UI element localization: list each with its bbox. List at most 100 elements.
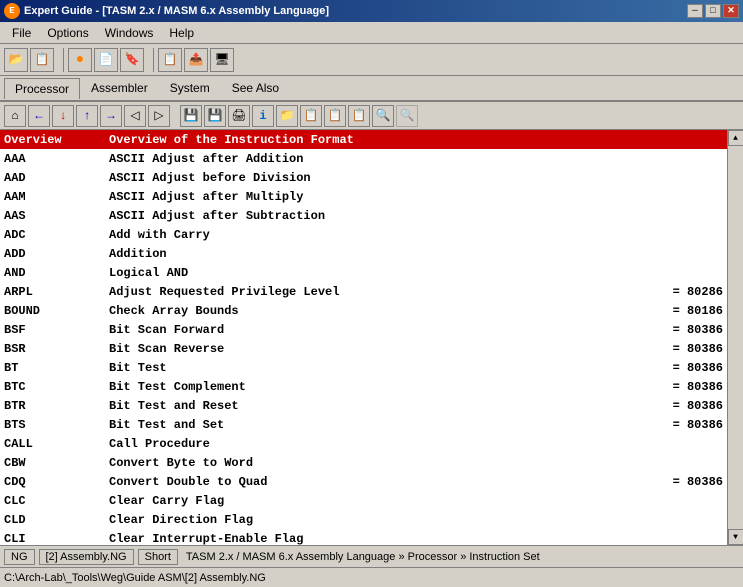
row-proc: = 80386 [637, 418, 727, 432]
row-desc: Bit Scan Forward [105, 323, 637, 337]
row-desc: Convert Byte to Word [105, 456, 727, 470]
table-row[interactable]: BOUNDCheck Array Bounds= 80186 [0, 301, 727, 320]
toolbar-btn-5[interactable]: 🔖 [120, 48, 144, 72]
row-name: ARPL [0, 285, 105, 299]
row-name: BTC [0, 380, 105, 394]
status-ng: NG [4, 549, 35, 565]
table-row[interactable]: ANDLogical AND [0, 263, 727, 282]
menu-bar: File Options Windows Help [0, 22, 743, 44]
row-desc: Adjust Requested Privilege Level [105, 285, 637, 299]
path-bar: C:\Arch-Lab\_Tools\Weg\Guide ASM\[2] Ass… [0, 567, 743, 587]
tab-assembler[interactable]: Assembler [80, 77, 159, 99]
tab-system[interactable]: System [159, 77, 221, 99]
path-text: C:\Arch-Lab\_Tools\Weg\Guide ASM\[2] Ass… [4, 572, 266, 584]
row-name: BSR [0, 342, 105, 356]
menu-file[interactable]: File [4, 24, 39, 42]
toolbar-btn-6[interactable]: 📋 [158, 48, 182, 72]
table-row[interactable]: AADASCII Adjust before Division [0, 168, 727, 187]
row-desc: ASCII Adjust after Multiply [105, 190, 727, 204]
nav-search1[interactable]: 🔍 [372, 105, 394, 127]
row-desc: ASCII Adjust before Division [105, 171, 727, 185]
nav-save2[interactable]: 💾 [204, 105, 226, 127]
nav-up[interactable]: ↑ [76, 105, 98, 127]
row-name: AAD [0, 171, 105, 185]
table-row[interactable]: CDQConvert Double to Quad= 80386 [0, 472, 727, 491]
toolbar-btn-1[interactable]: 📂 [4, 48, 28, 72]
table-row[interactable]: BTSBit Test and Set= 80386 [0, 415, 727, 434]
row-desc: Bit Test Complement [105, 380, 637, 394]
table-row[interactable]: BTBit Test= 80386 [0, 358, 727, 377]
header-desc: Overview of the Instruction Format [105, 133, 727, 147]
table-row[interactable]: BSFBit Scan Forward= 80386 [0, 320, 727, 339]
nav-copy1[interactable]: 📋 [300, 105, 322, 127]
scroll-down-arrow[interactable]: ▼ [728, 529, 743, 545]
row-name: CLD [0, 513, 105, 527]
close-button[interactable]: ✕ [723, 4, 739, 18]
table-row[interactable]: CALLCall Procedure [0, 434, 727, 453]
tab-see-also[interactable]: See Also [221, 77, 290, 99]
status-breadcrumb: TASM 2.x / MASM 6.x Assembly Language » … [182, 550, 544, 564]
table-row[interactable]: AASASCII Adjust after Subtraction [0, 206, 727, 225]
title-bar-left: E Expert Guide - [TASM 2.x / MASM 6.x As… [4, 3, 329, 19]
tab-processor[interactable]: Processor [4, 78, 80, 99]
toolbar-btn-7[interactable]: 📤 [184, 48, 208, 72]
table-row[interactable]: ARPLAdjust Requested Privilege Level= 80… [0, 282, 727, 301]
nav-rewind-back[interactable]: ◁ [124, 105, 146, 127]
table-row[interactable]: CBWConvert Byte to Word [0, 453, 727, 472]
table-row[interactable]: ADCAdd with Carry [0, 225, 727, 244]
title-bar-text: Expert Guide - [TASM 2.x / MASM 6.x Asse… [24, 5, 329, 17]
menu-windows[interactable]: Windows [97, 24, 162, 42]
toolbar-btn-3[interactable]: ● [68, 48, 92, 72]
menu-help[interactable]: Help [161, 24, 202, 42]
title-bar-buttons: ─ □ ✕ [687, 4, 739, 18]
row-proc: = 80186 [637, 304, 727, 318]
row-proc: = 80286 [637, 285, 727, 299]
minimize-button[interactable]: ─ [687, 4, 703, 18]
nav-print[interactable]: 🖨 [228, 105, 250, 127]
scroll-track[interactable] [728, 146, 743, 529]
list-header: Overview Overview of the Instruction For… [0, 130, 727, 149]
table-row[interactable]: CLCClear Carry Flag [0, 491, 727, 510]
toolbar-btn-8[interactable]: 🖥 [210, 48, 234, 72]
table-row[interactable]: CLDClear Direction Flag [0, 510, 727, 529]
row-desc: Clear Direction Flag [105, 513, 727, 527]
table-row[interactable]: AAAASCII Adjust after Addition [0, 149, 727, 168]
table-row[interactable]: BTCBit Test Complement= 80386 [0, 377, 727, 396]
content-area: Overview Overview of the Instruction For… [0, 130, 743, 545]
nav-home[interactable]: ⌂ [4, 105, 26, 127]
nav-copy2[interactable]: 📋 [324, 105, 346, 127]
nav-copy3[interactable]: 📋 [348, 105, 370, 127]
scrollbar[interactable]: ▲ ▼ [727, 130, 743, 545]
row-proc: = 80386 [637, 323, 727, 337]
row-desc: Bit Test and Set [105, 418, 637, 432]
nav-info[interactable]: i [252, 105, 274, 127]
nav-down[interactable]: ↓ [52, 105, 74, 127]
nav-folder[interactable]: 📁 [276, 105, 298, 127]
nav-toolbar: ⌂ ← ↓ ↑ → ◁ ▷ 💾 💾 🖨 i 📁 📋 📋 📋 🔍 🔍 [0, 102, 743, 130]
row-desc: Clear Carry Flag [105, 494, 727, 508]
table-row[interactable]: ADDAddition [0, 244, 727, 263]
row-desc: Add with Carry [105, 228, 727, 242]
maximize-button[interactable]: □ [705, 4, 721, 18]
toolbar-btn-4[interactable]: 📄 [94, 48, 118, 72]
nav-forward[interactable]: → [100, 105, 122, 127]
nav-back[interactable]: ← [28, 105, 50, 127]
instruction-list: Overview Overview of the Instruction For… [0, 130, 727, 545]
row-name: CALL [0, 437, 105, 451]
nav-save1[interactable]: 💾 [180, 105, 202, 127]
nav-tabs: Processor Assembler System See Also [0, 76, 743, 102]
row-name: AAA [0, 152, 105, 166]
table-row[interactable]: AAMASCII Adjust after Multiply [0, 187, 727, 206]
nav-rewind-fwd[interactable]: ▷ [148, 105, 170, 127]
table-row[interactable]: CLIClear Interrupt-Enable Flag [0, 529, 727, 545]
row-desc: Bit Test and Reset [105, 399, 637, 413]
table-row[interactable]: BSRBit Scan Reverse= 80386 [0, 339, 727, 358]
nav-search2[interactable]: 🔍 [396, 105, 418, 127]
table-row[interactable]: BTRBit Test and Reset= 80386 [0, 396, 727, 415]
toolbar-btn-2[interactable]: 📋 [30, 48, 54, 72]
scroll-up-arrow[interactable]: ▲ [728, 130, 743, 146]
row-desc: Convert Double to Quad [105, 475, 637, 489]
row-name: BT [0, 361, 105, 375]
menu-options[interactable]: Options [39, 24, 96, 42]
row-name: BOUND [0, 304, 105, 318]
